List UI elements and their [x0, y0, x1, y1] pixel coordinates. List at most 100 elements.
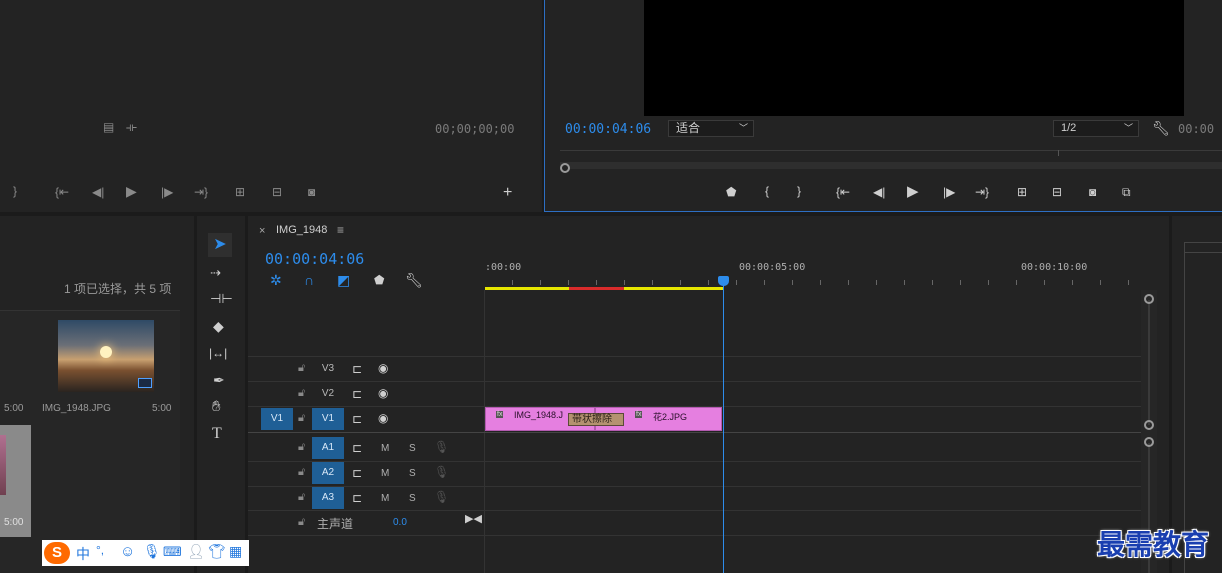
- transition-band-wipe[interactable]: 带状擦除: [568, 413, 624, 426]
- sync-lock-icon[interactable]: ⊏: [352, 388, 362, 400]
- go-to-in-icon[interactable]: {⇤: [836, 186, 850, 198]
- voice-input-icon[interactable]: 🎙︎: [143, 543, 161, 560]
- user-icon[interactable]: 👤︎: [187, 543, 205, 560]
- playhead-handle-icon[interactable]: [718, 276, 729, 286]
- master-volume[interactable]: 0.0: [393, 517, 407, 528]
- add-button-icon[interactable]: +: [503, 185, 512, 201]
- timeline-settings-icon[interactable]: 🔧︎: [405, 273, 423, 287]
- track-name[interactable]: V2: [312, 383, 344, 405]
- scrubber-handle-icon[interactable]: [560, 163, 570, 173]
- playhead-line[interactable]: [723, 282, 724, 573]
- insert-icon[interactable]: ⊞: [235, 186, 245, 198]
- skin-icon[interactable]: 👕︎: [208, 543, 226, 560]
- solo-button[interactable]: S: [409, 443, 416, 454]
- lock-icon[interactable]: 🔓︎: [298, 413, 305, 424]
- drag-video-icon[interactable]: ▤: [103, 121, 114, 133]
- sequence-tab[interactable]: IMG_1948: [276, 224, 327, 236]
- play-icon[interactable]: ▶: [126, 184, 137, 198]
- lock-icon[interactable]: 🔓︎: [298, 363, 305, 374]
- media-thumbnail[interactable]: [58, 320, 154, 392]
- sync-lock-icon[interactable]: ⊏: [352, 413, 362, 425]
- solo-button[interactable]: S: [409, 493, 416, 504]
- selection-tool-icon[interactable]: ➤: [208, 233, 232, 257]
- program-scrubber[interactable]: [560, 150, 1222, 176]
- fit-select[interactable]: 适合 ﹀: [668, 120, 754, 137]
- toolbox-icon[interactable]: ▦: [229, 543, 242, 560]
- linked-selection-icon[interactable]: ◩: [337, 273, 350, 287]
- lock-icon[interactable]: 🔓︎: [298, 388, 305, 399]
- source-patch-v1[interactable]: V1: [261, 408, 293, 430]
- track-name[interactable]: A3: [312, 487, 344, 509]
- export-frame-icon[interactable]: ◙: [1089, 186, 1096, 198]
- sogou-logo-icon[interactable]: S: [44, 542, 70, 564]
- export-frame-icon[interactable]: ◙: [308, 186, 315, 198]
- track-name[interactable]: A1: [312, 437, 344, 459]
- timeline-timecode[interactable]: 00:00:04:06: [265, 250, 364, 268]
- ime-punctuation-toggle[interactable]: °,: [96, 543, 104, 557]
- go-to-out-icon[interactable]: ⇥}: [194, 186, 208, 198]
- microphone-icon[interactable]: 🎙︎: [434, 466, 449, 478]
- step-forward-icon[interactable]: |▶: [161, 186, 173, 198]
- track-name[interactable]: V1: [312, 408, 344, 430]
- track-name[interactable]: V3: [312, 358, 344, 380]
- compare-view-icon[interactable]: ⧉: [1122, 186, 1131, 198]
- mute-button[interactable]: M: [381, 468, 389, 479]
- sync-lock-icon[interactable]: ⊏: [352, 492, 362, 504]
- slip-tool-icon[interactable]: |↔|: [209, 347, 227, 359]
- program-timecode[interactable]: 00:00:04:06: [565, 122, 651, 137]
- eye-icon[interactable]: ◉: [378, 362, 388, 374]
- eye-icon[interactable]: ◉: [378, 412, 388, 424]
- mute-button[interactable]: M: [381, 443, 389, 454]
- eye-icon[interactable]: ◉: [378, 387, 388, 399]
- go-to-in-icon[interactable]: {⇤: [55, 186, 69, 198]
- mark-in-icon[interactable]: {: [765, 185, 769, 197]
- scroll-handle-icon[interactable]: [1144, 420, 1154, 430]
- drag-audio-icon[interactable]: ⟛: [126, 121, 137, 133]
- sync-lock-icon[interactable]: ⊏: [352, 442, 362, 454]
- mark-out-icon[interactable]: }: [13, 185, 17, 197]
- emoji-icon[interactable]: ☺: [120, 543, 135, 560]
- hand-tool-icon[interactable]: ✋︎: [212, 399, 221, 414]
- scroll-handle-icon[interactable]: [1144, 437, 1154, 447]
- lock-icon[interactable]: 🔓︎: [298, 492, 305, 503]
- go-to-next-edit-icon[interactable]: ▶◀: [465, 514, 482, 525]
- track-name[interactable]: A2: [312, 462, 344, 484]
- razor-tool-icon[interactable]: ◆: [213, 319, 224, 333]
- menu-icon[interactable]: ≡: [337, 223, 344, 237]
- solo-button[interactable]: S: [409, 468, 416, 479]
- extract-icon[interactable]: ⊟: [1052, 186, 1062, 198]
- play-icon[interactable]: ▶: [907, 184, 919, 199]
- keyboard-icon[interactable]: ⌨: [163, 544, 182, 560]
- track-select-tool-icon[interactable]: ⇢: [210, 266, 221, 279]
- overwrite-icon[interactable]: ⊟: [272, 186, 282, 198]
- source-timecode[interactable]: 00;00;00;00: [435, 122, 514, 136]
- microphone-icon[interactable]: 🎙︎: [434, 491, 449, 503]
- add-marker-icon[interactable]: ⬟: [726, 186, 736, 198]
- nest-toggle-icon[interactable]: ✲: [270, 273, 282, 287]
- step-back-icon[interactable]: ◀|: [873, 186, 885, 198]
- pen-tool-icon[interactable]: ✒: [213, 373, 225, 387]
- resolution-select[interactable]: 1/2 ﹀: [1053, 120, 1139, 137]
- step-forward-icon[interactable]: |▶: [943, 186, 955, 198]
- lock-icon[interactable]: 🔓︎: [298, 517, 305, 528]
- type-tool-icon[interactable]: T: [212, 426, 222, 442]
- add-marker-icon[interactable]: ⬟: [374, 274, 384, 286]
- go-to-out-icon[interactable]: ⇥}: [975, 186, 989, 198]
- mute-button[interactable]: M: [381, 493, 389, 504]
- mark-out-icon[interactable]: }: [797, 185, 801, 197]
- lock-icon[interactable]: 🔓︎: [298, 442, 305, 453]
- sync-lock-icon[interactable]: ⊏: [352, 363, 362, 375]
- sync-lock-icon[interactable]: ⊏: [352, 467, 362, 479]
- lock-icon[interactable]: 🔓︎: [298, 467, 305, 478]
- microphone-icon[interactable]: 🎙︎: [434, 441, 449, 453]
- step-back-icon[interactable]: ◀|: [92, 186, 104, 198]
- ime-language-toggle[interactable]: 中: [76, 544, 90, 564]
- lift-icon[interactable]: ⊞: [1017, 186, 1027, 198]
- close-icon[interactable]: ×: [259, 225, 265, 237]
- wrench-icon[interactable]: 🔧︎: [1152, 121, 1170, 135]
- item-name[interactable]: IMG_1948.JPG: [42, 403, 111, 414]
- selected-item-tile[interactable]: 5:00: [0, 425, 31, 537]
- scroll-handle-icon[interactable]: [1144, 294, 1154, 304]
- ripple-edit-tool-icon[interactable]: ⊣⊢: [210, 292, 233, 305]
- snap-icon[interactable]: ∩: [304, 273, 314, 287]
